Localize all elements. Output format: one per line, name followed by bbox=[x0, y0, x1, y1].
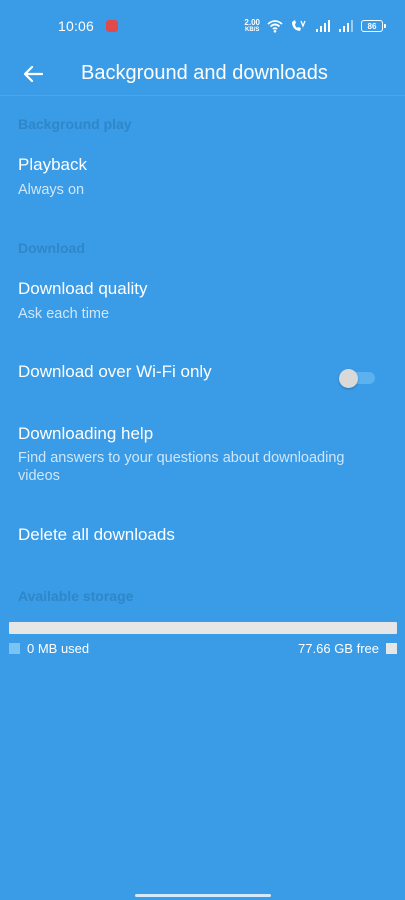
section-header-background-play: Background play bbox=[18, 116, 132, 132]
setting-download-quality-value: Ask each time bbox=[18, 306, 110, 322]
setting-wifi-only-title: Download over Wi-Fi only bbox=[18, 362, 212, 381]
signal-icon-sim1 bbox=[316, 20, 330, 32]
storage-free-legend: 77.66 GB free bbox=[298, 641, 397, 656]
screen-record-icon bbox=[106, 20, 119, 32]
battery-level: 86 bbox=[367, 21, 377, 31]
section-header-download: Download bbox=[18, 240, 85, 256]
setting-playback-value: Always on bbox=[18, 182, 85, 198]
setting-downloading-help-title: Downloading help bbox=[18, 424, 154, 443]
setting-downloading-help-description: Find answers to your questions about dow… bbox=[18, 450, 345, 484]
storage-legend: 0 MB used 77.66 GB free bbox=[9, 641, 397, 656]
setting-playback[interactable]: Playback Always on bbox=[0, 155, 405, 199]
arrow-left-icon bbox=[23, 65, 43, 82]
storage-free-label: 77.66 GB free bbox=[298, 641, 379, 656]
setting-download-quality[interactable]: Download quality Ask each time bbox=[0, 279, 405, 323]
setting-playback-title: Playback bbox=[18, 155, 87, 174]
status-icons: 2.00 KB/S 86 bbox=[244, 17, 386, 34]
section-header-available-storage: Available storage bbox=[18, 588, 134, 604]
battery-icon: 86 bbox=[361, 20, 386, 32]
setting-delete-all-downloads[interactable]: Delete all downloads bbox=[0, 525, 405, 545]
setting-downloading-help[interactable]: Downloading help Find answers to your qu… bbox=[0, 424, 405, 485]
wifi-only-toggle[interactable] bbox=[339, 369, 375, 388]
delete-all-downloads-label: Delete all downloads bbox=[18, 525, 175, 544]
volte-call-icon bbox=[292, 20, 306, 31]
network-speed-unit: KB/S bbox=[245, 26, 260, 33]
back-button[interactable] bbox=[18, 59, 48, 89]
storage-used-legend: 0 MB used bbox=[9, 641, 89, 656]
toggle-thumb bbox=[339, 369, 358, 388]
signal-icon-sim2 bbox=[339, 20, 353, 32]
page-title: Background and downloads bbox=[81, 62, 328, 84]
home-indicator[interactable] bbox=[135, 894, 271, 897]
storage-used-swatch bbox=[9, 643, 20, 654]
setting-wifi-only[interactable]: Download over Wi-Fi only bbox=[0, 362, 405, 394]
storage-free-swatch bbox=[386, 643, 397, 654]
screen: 10:06 2.00 KB/S 86 Background and downlo… bbox=[0, 0, 405, 900]
network-speed-value: 2.00 bbox=[244, 17, 260, 27]
storage-bar bbox=[9, 622, 397, 634]
status-bar: 10:06 2.00 KB/S 86 bbox=[0, 0, 405, 52]
setting-download-quality-title: Download quality bbox=[18, 279, 148, 298]
status-time: 10:06 bbox=[58, 18, 95, 34]
storage-used-label: 0 MB used bbox=[27, 641, 90, 656]
app-bar: Background and downloads bbox=[0, 52, 405, 96]
network-speed: 2.00 KB/S bbox=[244, 17, 260, 34]
wifi-icon bbox=[267, 20, 283, 33]
